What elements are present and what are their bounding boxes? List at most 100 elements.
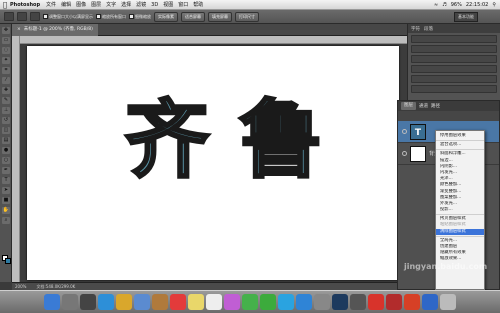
context-menu-item[interactable]: 混合选项... <box>436 142 484 148</box>
menu-window[interactable]: 窗口 <box>178 1 188 8</box>
fit-screen-button[interactable]: 适合屏幕 <box>181 11 205 22</box>
shape-tool-icon[interactable]: ■ <box>2 197 10 204</box>
system-preferences-icon[interactable] <box>314 294 330 310</box>
clock-text[interactable]: 22:15:02 <box>466 2 488 8</box>
menu-edit[interactable]: 编辑 <box>61 1 71 8</box>
magic-wand-tool-icon[interactable]: ✦ <box>2 57 10 64</box>
checkbox-box[interactable] <box>96 14 101 19</box>
photos-icon[interactable] <box>224 294 240 310</box>
eyedropper-tool-icon[interactable]: ⁄ <box>2 77 10 84</box>
trash-icon[interactable] <box>440 294 456 310</box>
menu-type[interactable]: 文字 <box>106 1 116 8</box>
tab-paths[interactable]: 路径 <box>431 103 440 109</box>
volume-icon[interactable]: ♬ <box>442 2 446 8</box>
zoom-tool-icon[interactable]: ⌕ <box>2 217 10 224</box>
app-x-icon[interactable] <box>404 294 420 310</box>
battery-text[interactable]: 96% <box>451 2 462 8</box>
hand-tool-icon[interactable]: ✋ <box>2 207 10 214</box>
font-family-select[interactable] <box>411 35 497 43</box>
zoom-out-icon[interactable] <box>30 12 40 21</box>
calendar-icon[interactable] <box>170 294 186 310</box>
checkbox-box[interactable] <box>43 14 48 19</box>
tab-layers[interactable]: 图层 <box>401 102 416 110</box>
path-selection-tool-icon[interactable]: ➤ <box>2 187 10 194</box>
blur-tool-icon[interactable]: ● <box>2 147 10 154</box>
notes-icon[interactable] <box>188 294 204 310</box>
dodge-tool-icon[interactable]: ○ <box>2 157 10 164</box>
menu-image[interactable]: 图像 <box>76 1 86 8</box>
context-menu-item[interactable]: 投影... <box>436 207 484 213</box>
healing-brush-tool-icon[interactable]: ✚ <box>2 87 10 94</box>
crop-tool-icon[interactable]: ⌗ <box>2 67 10 74</box>
horizontal-ruler[interactable] <box>20 36 407 44</box>
print-size-button[interactable]: 打印尺寸 <box>235 11 259 22</box>
menu-3d[interactable]: 3D <box>151 2 158 8</box>
safari-icon[interactable] <box>98 294 114 310</box>
chrome-icon[interactable] <box>116 294 132 310</box>
history-brush-tool-icon[interactable]: ↺ <box>2 117 10 124</box>
tab-channels[interactable]: 通道 <box>419 103 428 109</box>
fill-screen-button[interactable]: 填充屏幕 <box>208 11 232 22</box>
kerning-field[interactable] <box>411 55 497 63</box>
close-icon[interactable]: × <box>17 24 21 36</box>
clone-stamp-tool-icon[interactable]: ⊥ <box>2 107 10 114</box>
scrubby-zoom-checkbox[interactable]: 细微缩放 <box>129 14 151 20</box>
layers-filter-row[interactable] <box>398 111 499 121</box>
zoom-all-checkbox[interactable]: 缩放所有窗口 <box>96 14 126 20</box>
tab-character[interactable]: 字符 <box>411 26 420 32</box>
zoom-level[interactable]: 200% <box>15 284 26 289</box>
launchpad-icon[interactable] <box>62 294 78 310</box>
context-menu-item[interactable]: 清除图层样式 <box>436 228 484 235</box>
menu-help[interactable]: 帮助 <box>193 1 203 8</box>
document-canvas[interactable]: 齐 鲁 <box>27 46 399 280</box>
document-size[interactable]: 文档:548.0K/299.0K <box>36 284 75 290</box>
messages-icon[interactable] <box>242 294 258 310</box>
menu-file[interactable]: 文件 <box>46 1 56 8</box>
app-store-icon[interactable] <box>296 294 312 310</box>
zoom-in-icon[interactable] <box>17 12 27 21</box>
lasso-tool-icon[interactable]: ◌ <box>2 47 10 54</box>
eye-icon[interactable] <box>402 129 407 134</box>
trash-like-icon[interactable] <box>350 294 366 310</box>
font-size-field[interactable] <box>411 45 497 53</box>
brush-tool-icon[interactable]: ✎ <box>2 97 10 104</box>
itunes-icon[interactable] <box>278 294 294 310</box>
foreground-color-swatch[interactable] <box>5 258 11 264</box>
type-tool-icon[interactable]: T <box>2 177 10 184</box>
finder-icon[interactable] <box>44 294 60 310</box>
eye-icon[interactable] <box>402 151 407 156</box>
zoom-tool-preset-icon[interactable] <box>4 12 14 21</box>
gradient-tool-icon[interactable]: ▤ <box>2 137 10 144</box>
baseline-field[interactable] <box>411 85 497 93</box>
eraser-tool-icon[interactable]: ◫ <box>2 127 10 134</box>
move-tool-icon[interactable]: ✥ <box>2 27 10 34</box>
tracking-field[interactable] <box>411 65 497 73</box>
apple-icon[interactable]:  <box>0 1 10 9</box>
resize-windows-checkbox[interactable]: 调整窗口大小以满屏显示 <box>43 14 93 20</box>
context-menu-item[interactable]: 停用图层效果 <box>436 133 484 139</box>
app-blue-icon[interactable] <box>422 294 438 310</box>
document-tab[interactable]: × 未标题-1 @ 200% (齐鲁, RGB/8) <box>12 23 98 36</box>
actual-pixels-button[interactable]: 实际像素 <box>154 11 178 22</box>
workspace-switcher[interactable]: 基本功能 <box>454 12 478 22</box>
app-name-menu[interactable]: Photoshop <box>10 2 40 8</box>
contacts-icon[interactable] <box>152 294 168 310</box>
photoshop-icon[interactable] <box>332 294 348 310</box>
vertical-ruler[interactable] <box>12 36 20 282</box>
scale-field[interactable] <box>411 75 497 83</box>
menu-view[interactable]: 视图 <box>163 1 173 8</box>
mail-icon[interactable] <box>134 294 150 310</box>
menu-filter[interactable]: 滤镜 <box>136 1 146 8</box>
spotlight-icon[interactable]: ⚲ <box>492 2 496 8</box>
pen-tool-icon[interactable]: ✒ <box>2 167 10 174</box>
tab-paragraph[interactable]: 段落 <box>424 26 433 32</box>
wps-icon[interactable] <box>368 294 384 310</box>
marquee-tool-icon[interactable]: ▭ <box>2 37 10 44</box>
app-p-icon[interactable] <box>386 294 402 310</box>
wifi-icon[interactable]: ≈ <box>434 2 438 8</box>
menu-select[interactable]: 选择 <box>121 1 131 8</box>
facetime-icon[interactable] <box>260 294 276 310</box>
menu-layer[interactable]: 图层 <box>91 1 101 8</box>
mission-control-icon[interactable] <box>80 294 96 310</box>
checkbox-box[interactable] <box>129 14 134 19</box>
